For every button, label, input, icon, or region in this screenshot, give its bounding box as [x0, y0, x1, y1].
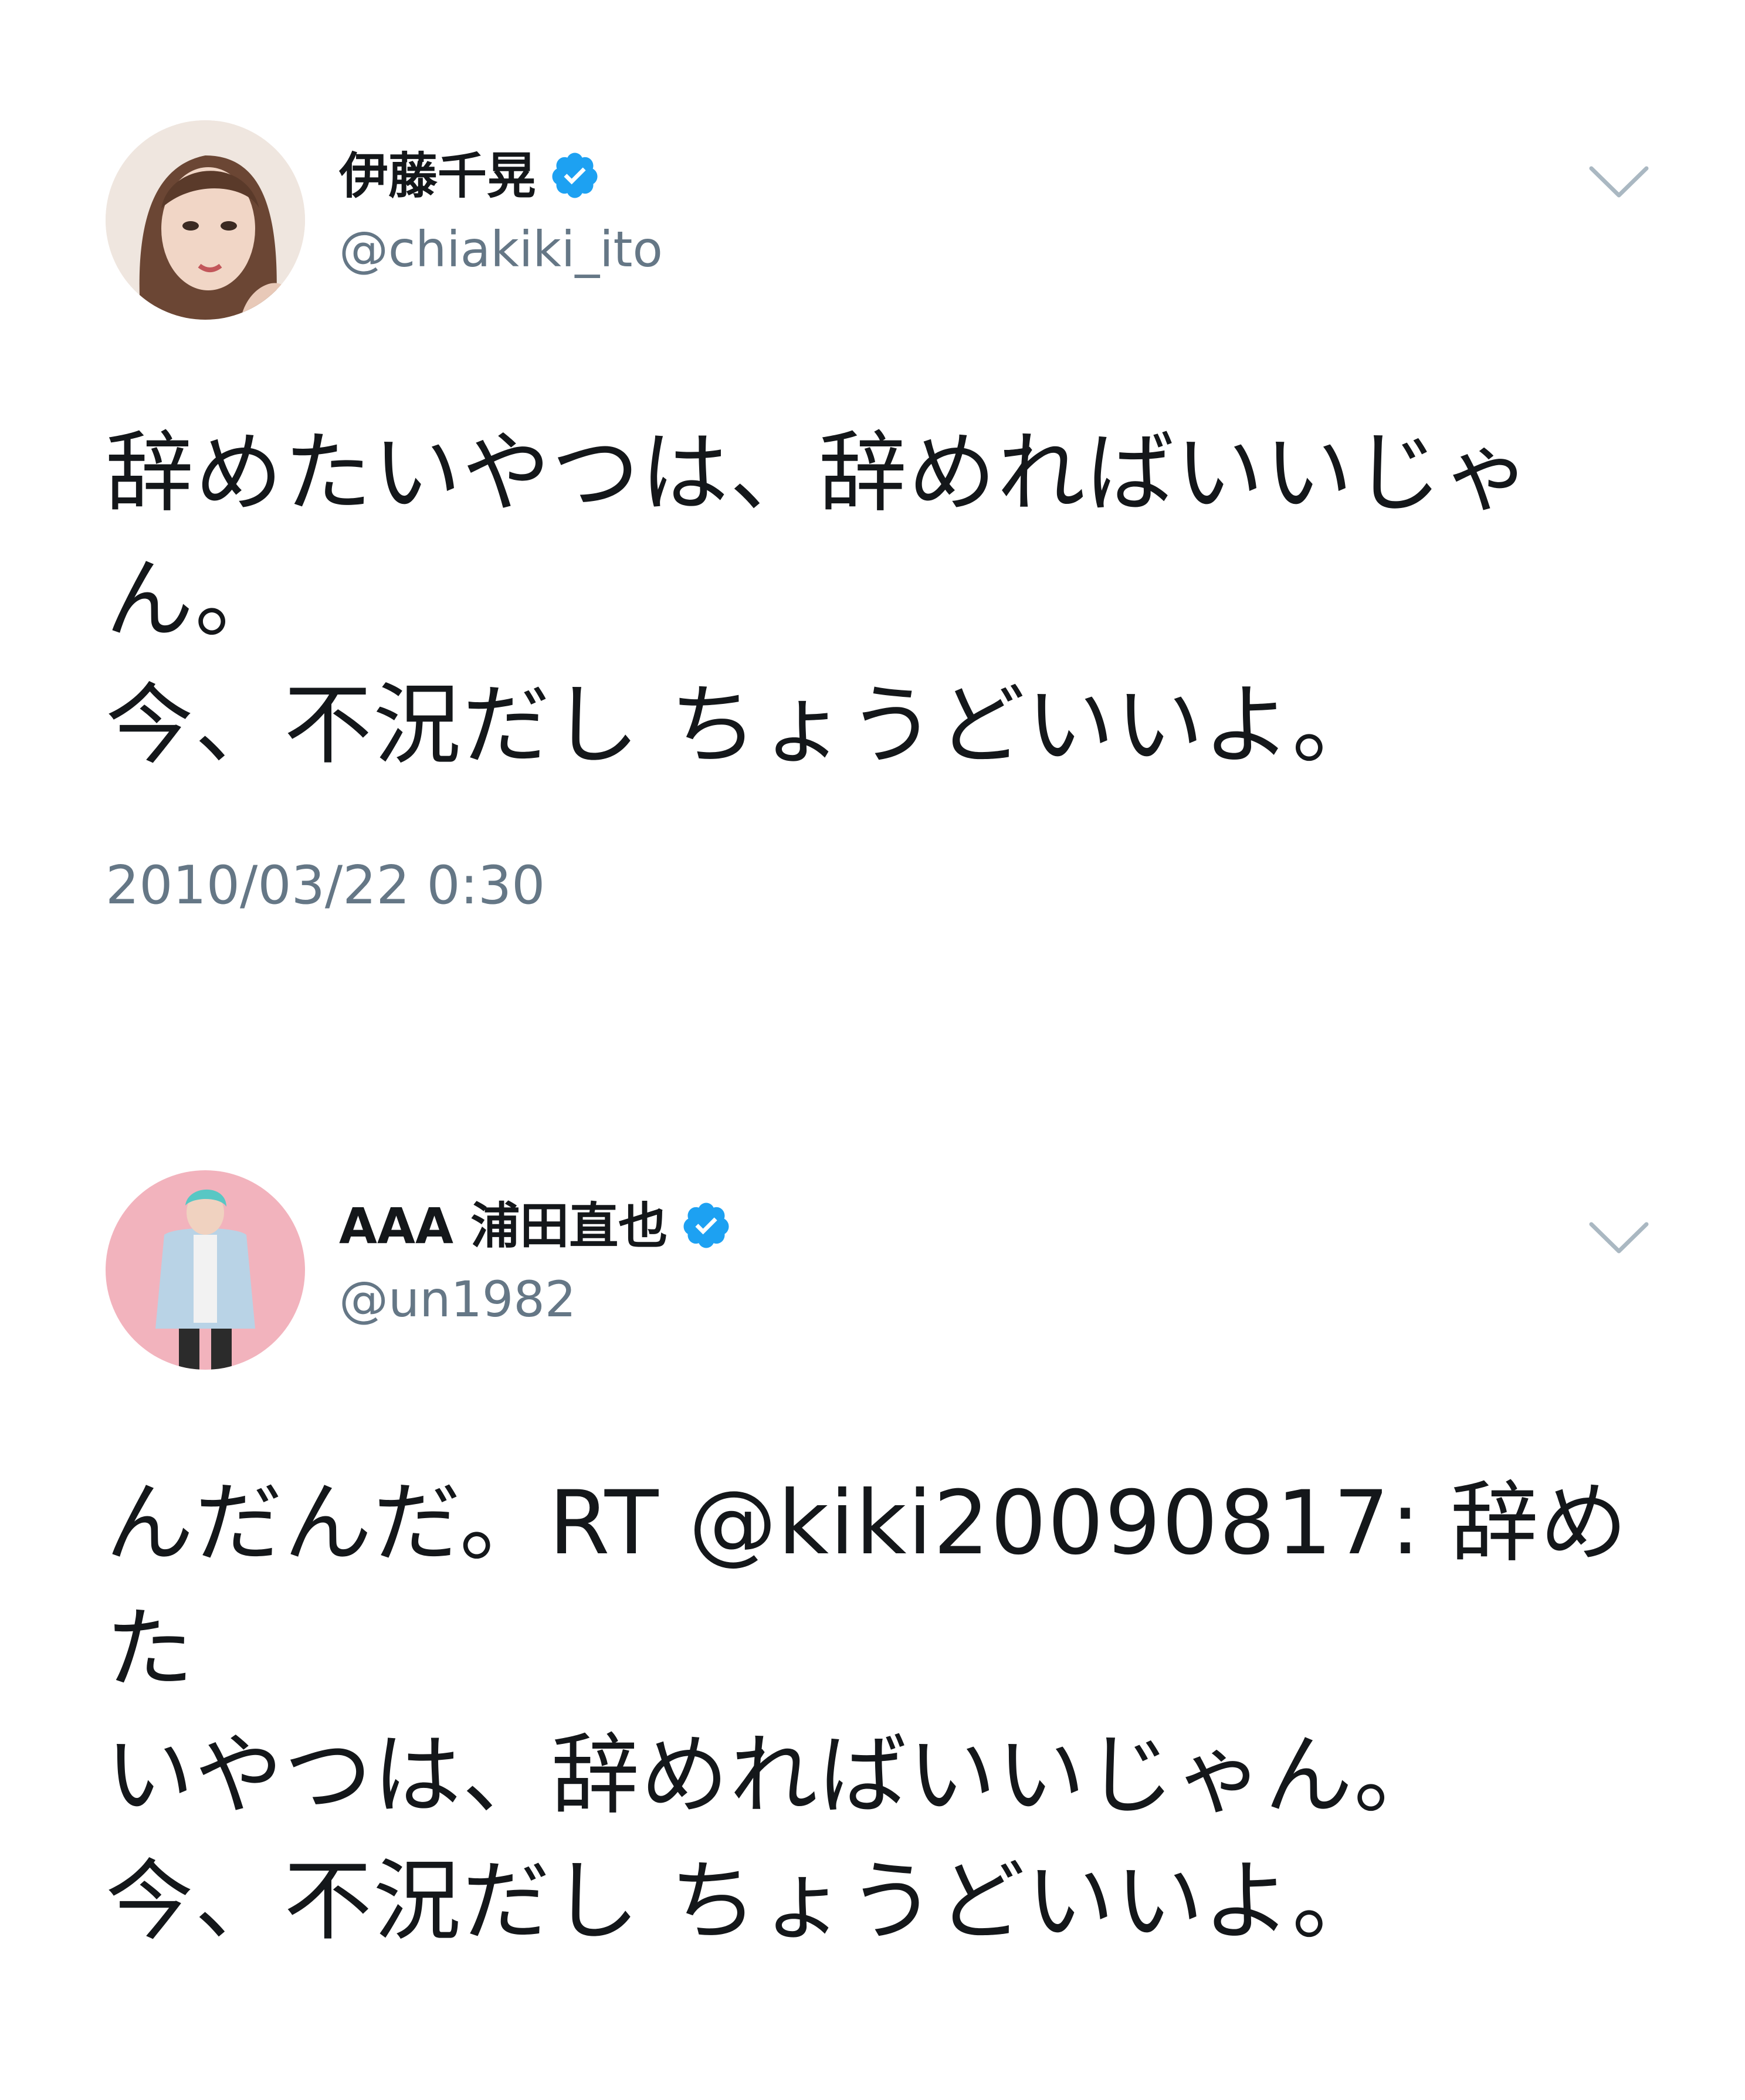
- handle[interactable]: @un1982: [339, 1270, 576, 1329]
- chevron-down-icon[interactable]: [1587, 161, 1651, 202]
- avatar[interactable]: [106, 1170, 305, 1370]
- tweet-text: んだんだ。RT @kiki20090817: 辞めた いやつは、辞めればいいじゃ…: [106, 1472, 1629, 1953]
- avatar-photo-icon: [106, 120, 305, 320]
- display-name[interactable]: 伊藤千晃: [339, 147, 601, 205]
- verified-badge-icon: [549, 150, 601, 201]
- handle[interactable]: @chiakiki_ito: [339, 220, 663, 279]
- avatar[interactable]: [106, 120, 305, 320]
- verified-badge-icon: [680, 1200, 732, 1251]
- display-name[interactable]: AAA 浦田直也: [339, 1197, 732, 1255]
- display-name-text: AAA 浦田直也: [339, 1197, 668, 1255]
- tweet-card-1: 伊藤千晃 @chiakiki_ito 辞めたいやつは、辞めればいいじゃ ん。 今…: [0, 0, 1745, 997]
- display-name-text: 伊藤千晃: [339, 147, 537, 205]
- timestamp[interactable]: 2010/03/22 0:30: [106, 856, 545, 915]
- tweet-text: 辞めたいやつは、辞めればいいじゃ ん。 今、不況だし ちょうどいいよ。: [106, 422, 1533, 777]
- chevron-down-icon[interactable]: [1587, 1217, 1651, 1258]
- avatar-photo-icon: [106, 1170, 305, 1370]
- tweet-card-2: AAA 浦田直也 @un1982 んだんだ。RT @kiki20090817: …: [0, 997, 1745, 2100]
